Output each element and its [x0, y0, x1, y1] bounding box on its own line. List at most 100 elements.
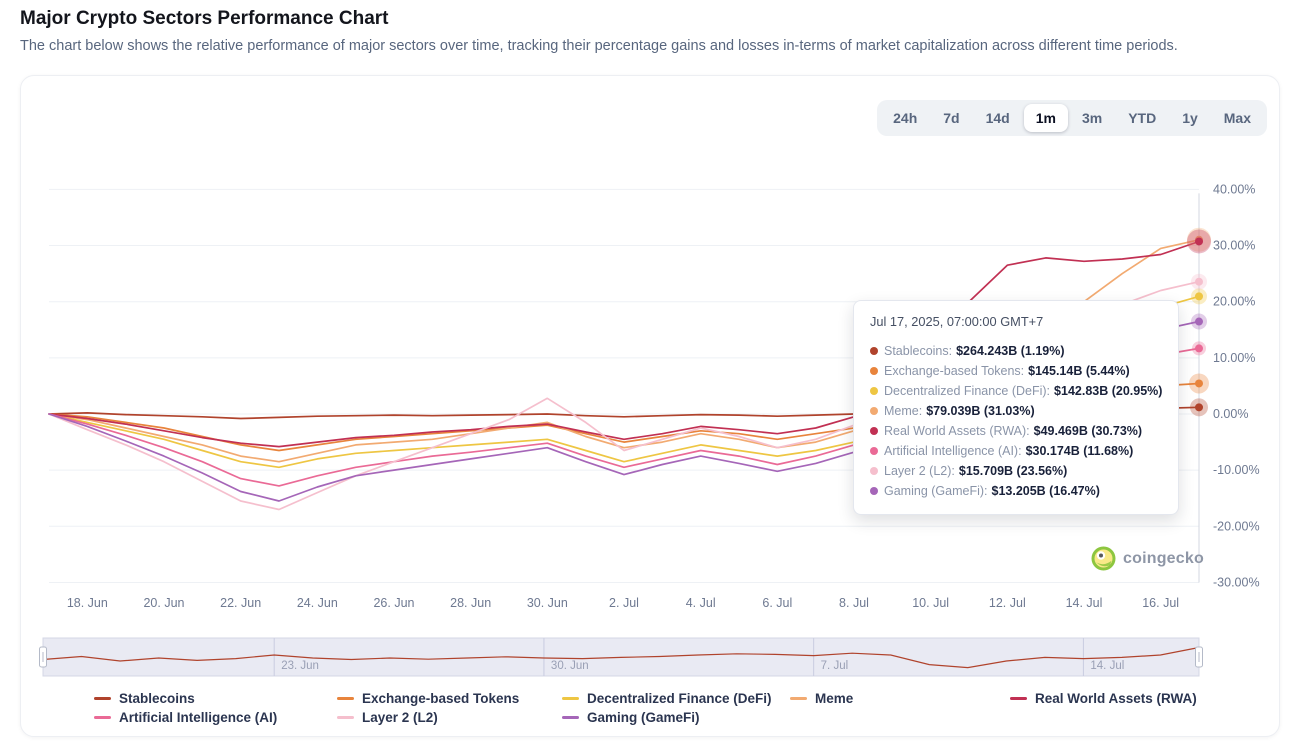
- tooltip-series-value: $30.174B (11.68%): [1026, 444, 1134, 458]
- x-axis-label: 26. Jun: [373, 596, 414, 610]
- tooltip-series-label: Layer 2 (L2):: [884, 464, 955, 478]
- legend-marker-icon: [1010, 697, 1027, 700]
- legend-label: Artificial Intelligence (AI): [119, 710, 277, 725]
- tooltip-series-label: Artificial Intelligence (AI):: [884, 444, 1022, 458]
- tooltip-date: Jul 17, 2025, 07:00:00 GMT+7: [870, 314, 1162, 329]
- legend-label: Stablecoins: [119, 691, 195, 706]
- x-axis-label: 30. Jun: [527, 596, 568, 610]
- tooltip-series-dot-icon: [870, 347, 878, 355]
- y-axis-label: 40.00%: [1213, 182, 1255, 196]
- navigator-label: 7. Jul: [821, 660, 849, 672]
- y-axis-label: 0.00%: [1213, 407, 1248, 421]
- navigator-label: 23. Jun: [281, 660, 319, 672]
- coingecko-watermark: coingecko: [1091, 546, 1204, 571]
- end-marker-artificial-intelligence-ai: [1195, 344, 1203, 352]
- tooltip-series-label: Exchange-based Tokens:: [884, 364, 1024, 378]
- tooltip-series-label: Meme:: [884, 404, 922, 418]
- legend-marker-icon: [337, 697, 354, 700]
- watermark-label: coingecko: [1123, 550, 1204, 568]
- end-marker-decentralized-finance-defi: [1195, 292, 1203, 300]
- legend-label: Layer 2 (L2): [362, 710, 438, 725]
- legend-marker-icon: [94, 697, 111, 700]
- x-axis-label: 24. Jun: [297, 596, 338, 610]
- legend-marker-icon: [562, 716, 579, 719]
- legend-marker-icon: [790, 697, 807, 700]
- y-axis-label: 30.00%: [1213, 239, 1255, 253]
- page-subtitle: The chart below shows the relative perfo…: [20, 38, 1178, 54]
- end-marker-real-world-assets-rwa: [1195, 237, 1203, 245]
- tooltip-row-stablecoins: Stablecoins: $264.243B (1.19%): [870, 341, 1162, 361]
- navigator-label: 30. Jun: [551, 660, 589, 672]
- tooltip-series-dot-icon: [870, 407, 878, 415]
- tooltip-row-gaming-gamefi: Gaming (GameFi): $13.205B (16.47%): [870, 481, 1162, 501]
- navigator[interactable]: 23. Jun 30. Jun 7. Jul 14. Jul: [40, 638, 1203, 676]
- tooltip-series-value: $264.243B (1.19%): [956, 344, 1064, 358]
- tooltip-row-meme: Meme: $79.039B (31.03%): [870, 401, 1162, 421]
- legend-marker-icon: [94, 716, 111, 719]
- legend-label: Gaming (GameFi): [587, 710, 700, 725]
- end-marker-layer-2-l2: [1195, 278, 1203, 286]
- y-axis-label: -10.00%: [1213, 463, 1260, 477]
- y-axis-label: 20.00%: [1213, 295, 1255, 309]
- navigator-label: 14. Jul: [1090, 660, 1124, 672]
- tooltip-series-value: $15.709B (23.56%): [959, 464, 1067, 478]
- tooltip-series-value: $145.14B (5.44%): [1028, 364, 1129, 378]
- tooltip-row-exchange-based-tokens: Exchange-based Tokens: $145.14B (5.44%): [870, 361, 1162, 381]
- tooltip-row-layer-2-l2: Layer 2 (L2): $15.709B (23.56%): [870, 461, 1162, 481]
- navigator-handle-right[interactable]: [1196, 647, 1203, 667]
- tooltip-row-artificial-intelligence-ai: Artificial Intelligence (AI): $30.174B (1…: [870, 441, 1162, 461]
- legend-item-meme[interactable]: Meme: [790, 691, 1010, 706]
- end-marker-gaming-gamefi: [1195, 318, 1203, 326]
- legend-item-artificial-intelligence-ai[interactable]: Artificial Intelligence (AI): [94, 710, 337, 725]
- legend-item-stablecoins[interactable]: Stablecoins: [94, 691, 337, 706]
- tooltip-series-label: Gaming (GameFi):: [884, 484, 988, 498]
- legend-item-real-world-assets-rwa[interactable]: Real World Assets (RWA): [1010, 691, 1279, 706]
- tooltip-series-dot-icon: [870, 367, 878, 375]
- legend-label: Real World Assets (RWA): [1035, 691, 1197, 706]
- x-axis-label: 16. Jul: [1142, 596, 1179, 610]
- y-axis-label: -30.00%: [1213, 575, 1260, 589]
- legend-item-layer-2-l2[interactable]: Layer 2 (L2): [337, 710, 562, 725]
- navigator-handle-left[interactable]: [40, 647, 47, 667]
- y-axis-label: -20.00%: [1213, 519, 1260, 533]
- x-axis-label: 22. Jun: [220, 596, 261, 610]
- x-axis-label: 6. Jul: [762, 596, 792, 610]
- tooltip-series-dot-icon: [870, 467, 878, 475]
- chart-card: 24h7d14d1m3mYTD1yMax 40.00%30.00%20.00%1…: [20, 75, 1280, 737]
- legend-marker-icon: [337, 716, 354, 719]
- legend-item-exchange-based-tokens[interactable]: Exchange-based Tokens: [337, 691, 562, 706]
- x-axis-label: 4. Jul: [686, 596, 716, 610]
- end-marker-exchange-based-tokens: [1195, 379, 1203, 387]
- legend-item-decentralized-finance-defi[interactable]: Decentralized Finance (DeFi): [562, 691, 790, 706]
- tooltip-rows: Stablecoins: $264.243B (1.19%) Exchange-ba…: [870, 341, 1162, 501]
- end-marker-stablecoins: [1195, 403, 1203, 411]
- x-axis-label: 18. Jun: [67, 596, 108, 610]
- tooltip-series-dot-icon: [870, 427, 878, 435]
- x-axis-label: 14. Jul: [1066, 596, 1103, 610]
- chart-tooltip: Jul 17, 2025, 07:00:00 GMT+7 Stablecoins…: [853, 300, 1179, 515]
- x-axis-label: 12. Jul: [989, 596, 1026, 610]
- legend-label: Meme: [815, 691, 853, 706]
- tooltip-series-dot-icon: [870, 447, 878, 455]
- x-axis-label: 28. Jun: [450, 596, 491, 610]
- chart-legend: Stablecoins Exchange-based Tokens Decentra…: [21, 691, 1279, 725]
- tooltip-series-label: Real World Assets (RWA):: [884, 424, 1030, 438]
- tooltip-series-label: Stablecoins:: [884, 344, 952, 358]
- tooltip-row-real-world-assets-rwa: Real World Assets (RWA): $49.469B (30.73%…: [870, 421, 1162, 441]
- legend-label: Decentralized Finance (DeFi): [587, 691, 772, 706]
- tooltip-series-label: Decentralized Finance (DeFi):: [884, 384, 1050, 398]
- tooltip-series-value: $13.205B (16.47%): [992, 484, 1100, 498]
- x-axis-label: 10. Jul: [912, 596, 949, 610]
- tooltip-series-value: $49.469B (30.73%): [1034, 424, 1142, 438]
- y-axis-label: 10.00%: [1213, 351, 1255, 365]
- legend-item-gaming-gamefi[interactable]: Gaming (GameFi): [562, 710, 790, 725]
- x-axis-label: 8. Jul: [839, 596, 869, 610]
- legend-marker-icon: [562, 697, 579, 700]
- legend-label: Exchange-based Tokens: [362, 691, 519, 706]
- tooltip-row-decentralized-finance-defi: Decentralized Finance (DeFi): $142.83B (2…: [870, 381, 1162, 401]
- tooltip-series-dot-icon: [870, 387, 878, 395]
- tooltip-series-value: $142.83B (20.95%): [1054, 384, 1162, 398]
- coingecko-logo-icon: [1091, 546, 1116, 571]
- x-axis-label: 20. Jun: [143, 596, 184, 610]
- tooltip-series-value: $79.039B (31.03%): [926, 404, 1034, 418]
